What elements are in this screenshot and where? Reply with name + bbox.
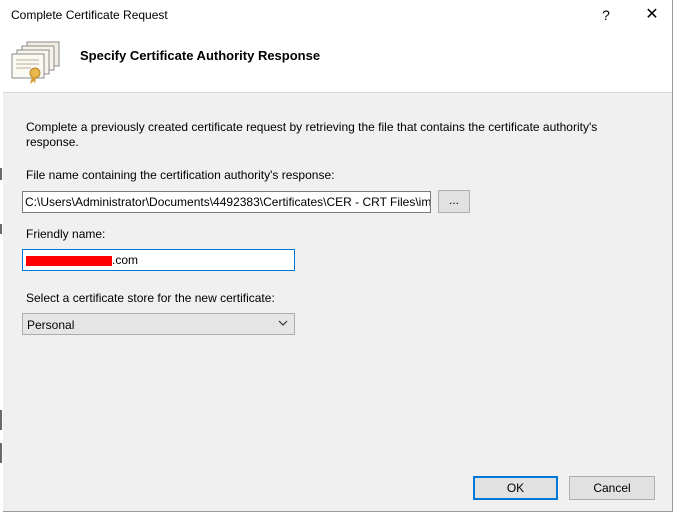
background-window-edge — [0, 224, 2, 234]
title-bar[interactable]: Complete Certificate Request ? ✕ — [3, 0, 672, 30]
certificate-store-label: Select a certificate store for the new c… — [26, 291, 275, 305]
page-title: Specify Certificate Authority Response — [80, 48, 321, 63]
certificate-store-dropdown[interactable]: Personal — [22, 313, 295, 335]
browse-button[interactable]: ... — [438, 190, 470, 213]
description-text: Complete a previously created certificat… — [26, 120, 598, 149]
chevron-down-icon — [278, 320, 288, 326]
background-window-edge — [0, 443, 2, 463]
file-name-label: File name containing the certification a… — [26, 168, 335, 182]
close-button[interactable]: ✕ — [639, 4, 665, 26]
certificate-stack-icon — [11, 41, 60, 84]
friendly-name-input[interactable]: .com — [22, 249, 295, 271]
cancel-button[interactable]: Cancel — [569, 476, 655, 500]
redaction-mark — [26, 255, 112, 266]
help-button[interactable]: ? — [593, 4, 619, 26]
friendly-name-label: Friendly name: — [26, 227, 106, 241]
file-name-input[interactable]: C:\Users\Administrator\Documents\4492383… — [22, 191, 431, 213]
ok-button[interactable]: OK — [473, 476, 558, 500]
wizard-header: Specify Certificate Authority Response — [3, 30, 672, 93]
background-window-edge — [0, 410, 2, 430]
background-window-edge — [0, 168, 2, 180]
friendly-name-value: .com — [112, 253, 139, 267]
window-title: Complete Certificate Request — [11, 8, 168, 22]
certificate-store-selected: Personal — [27, 318, 75, 332]
complete-certificate-request-dialog: Complete Certificate Request ? ✕ Specify… — [3, 0, 673, 512]
